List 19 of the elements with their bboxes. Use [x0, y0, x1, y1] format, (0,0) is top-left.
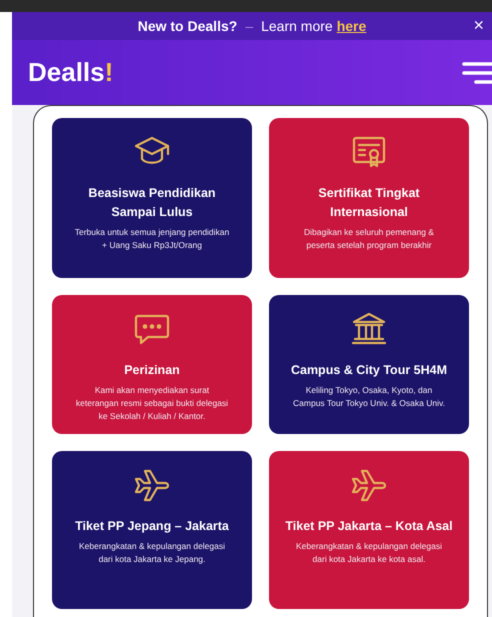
menu-icon[interactable]	[462, 60, 492, 84]
card-title: Tiket PP Jepang – Jakarta	[75, 518, 229, 535]
card-description: Dibagikan ke seluruh pemenang & peserta setelah program berakhir	[303, 226, 435, 252]
card-title: Tiket PP Jakarta – Kota Asal	[285, 518, 453, 535]
banner-text: Learn more	[261, 16, 333, 36]
logo[interactable]: Dealls!	[28, 53, 114, 92]
card-title: Campus & City Tour 5H4M	[290, 362, 448, 379]
card-title: Perizinan	[124, 362, 180, 379]
close-button[interactable]: ×	[471, 15, 486, 35]
card-description: Keliling Tokyo, Osaka, Kyoto, dan Campus Tour Tokyo Univ. & Osaka Univ.	[292, 384, 446, 410]
card-description: Keberangkatan & kepulangan delegasi dari kota Jakarta ke Jepang.	[78, 540, 226, 566]
card-description: Kami akan menyediakan surat keterangan resmi sebagai bukti delegasi ke Sekolah / Kuliah / Kantor.	[74, 384, 230, 423]
banner-link[interactable]: here	[336, 16, 366, 36]
card-title: Sertifikat Tingkat Internasional	[317, 185, 421, 221]
card-title: Beasiswa Pendidikan Sampai Lulus	[87, 185, 217, 221]
card-description: Keberangkatan & kepulangan delegasi dari kota Jakarta ke kota asal.	[294, 540, 444, 566]
banner-separator: –	[245, 16, 254, 36]
banner-question: New to Dealls?	[138, 16, 238, 36]
card-description: Terbuka untuk semua jenjang pendidikan + Uang Saku Rp3Jt/Orang	[74, 226, 230, 252]
